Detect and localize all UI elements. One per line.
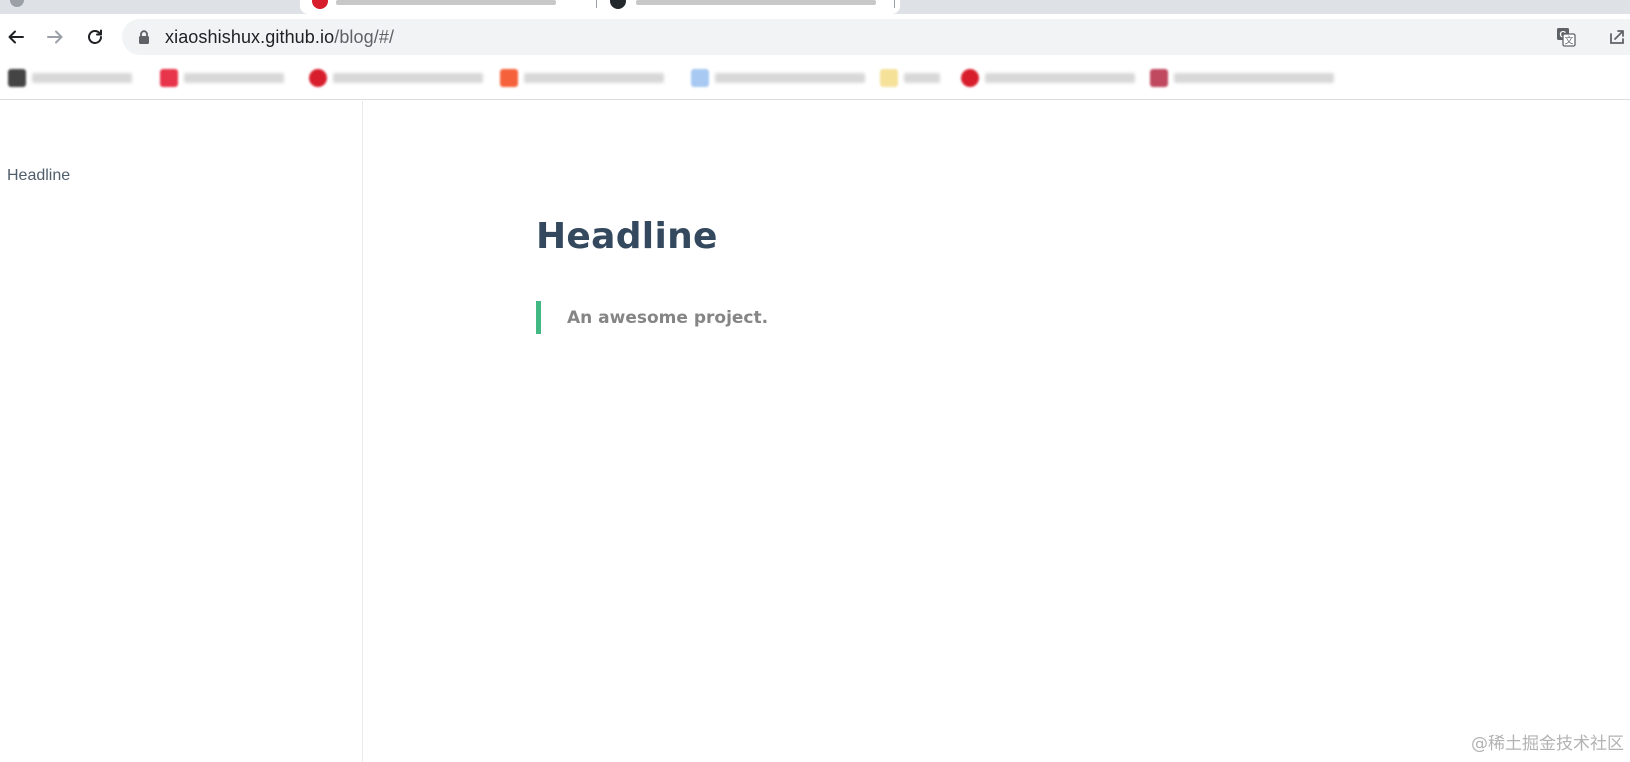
sidebar: Headline — [0, 101, 363, 762]
bookmark-item[interactable] — [8, 67, 132, 89]
address-bar[interactable]: xiaoshishux.github.io/blog/#/ G 文 — [122, 19, 1630, 55]
bookmark-favicon-icon — [1150, 69, 1168, 87]
browser-toolbar: xiaoshishux.github.io/blog/#/ G 文 — [0, 14, 1630, 60]
arrow-left-icon — [8, 30, 24, 44]
arrow-right-icon — [47, 30, 63, 44]
url-host: xiaoshishux.github.io — [165, 27, 335, 47]
watermark: @稀土掘金技术社区 — [1471, 734, 1624, 754]
tab-title-blurred — [636, 0, 876, 5]
bookmark-favicon-icon — [691, 69, 709, 87]
bookmark-item[interactable] — [160, 67, 284, 89]
bookmark-favicon-icon — [500, 69, 518, 87]
tab-title-blurred — [336, 0, 556, 5]
bookmark-favicon-icon — [309, 69, 327, 87]
bookmark-label-blurred — [524, 73, 664, 83]
lock-icon — [139, 30, 149, 44]
bookmark-item[interactable] — [691, 67, 865, 89]
bookmark-label-blurred — [333, 73, 483, 83]
bookmark-favicon-icon — [961, 69, 979, 87]
bookmark-folder[interactable] — [880, 67, 940, 89]
project-quote: An awesome project. — [536, 301, 768, 334]
bookmark-item[interactable] — [961, 67, 1135, 89]
reload-icon — [88, 29, 102, 44]
svg-text:文: 文 — [1564, 35, 1573, 47]
page-title: Headline — [536, 216, 718, 257]
bookmark-label-blurred — [985, 73, 1135, 83]
reload-button[interactable] — [81, 23, 109, 51]
sidebar-item-headline[interactable]: Headline — [7, 167, 70, 185]
bookmark-favicon-icon — [160, 69, 178, 87]
bookmark-label-blurred — [715, 73, 865, 83]
bookmark-label-blurred — [1174, 73, 1334, 83]
bookmark-label-blurred — [904, 73, 940, 83]
bookmark-favicon-icon — [8, 69, 26, 87]
url-path: /blog/#/ — [334, 27, 395, 47]
back-button[interactable] — [2, 23, 30, 51]
translate-icon[interactable]: G 文 — [1556, 27, 1576, 47]
main-content: Headline An awesome project. — [364, 101, 1630, 762]
quote-text: An awesome project. — [567, 307, 769, 328]
bookmark-label-blurred — [184, 73, 284, 83]
bookmark-item[interactable] — [309, 67, 483, 89]
share-icon[interactable] — [1608, 28, 1626, 46]
folder-icon — [880, 69, 898, 87]
bookmark-item[interactable] — [1150, 67, 1334, 89]
chrome-logo-icon — [10, 0, 24, 7]
bookmarks-bar — [0, 60, 1630, 100]
tab-strip — [0, 0, 1630, 14]
forward-button[interactable] — [41, 23, 69, 51]
tab-separator — [596, 0, 597, 8]
bookmark-item[interactable] — [500, 67, 664, 89]
tab-separator — [894, 0, 895, 8]
bookmark-label-blurred — [32, 73, 132, 83]
url-text[interactable]: xiaoshishux.github.io/blog/#/ — [165, 27, 394, 47]
